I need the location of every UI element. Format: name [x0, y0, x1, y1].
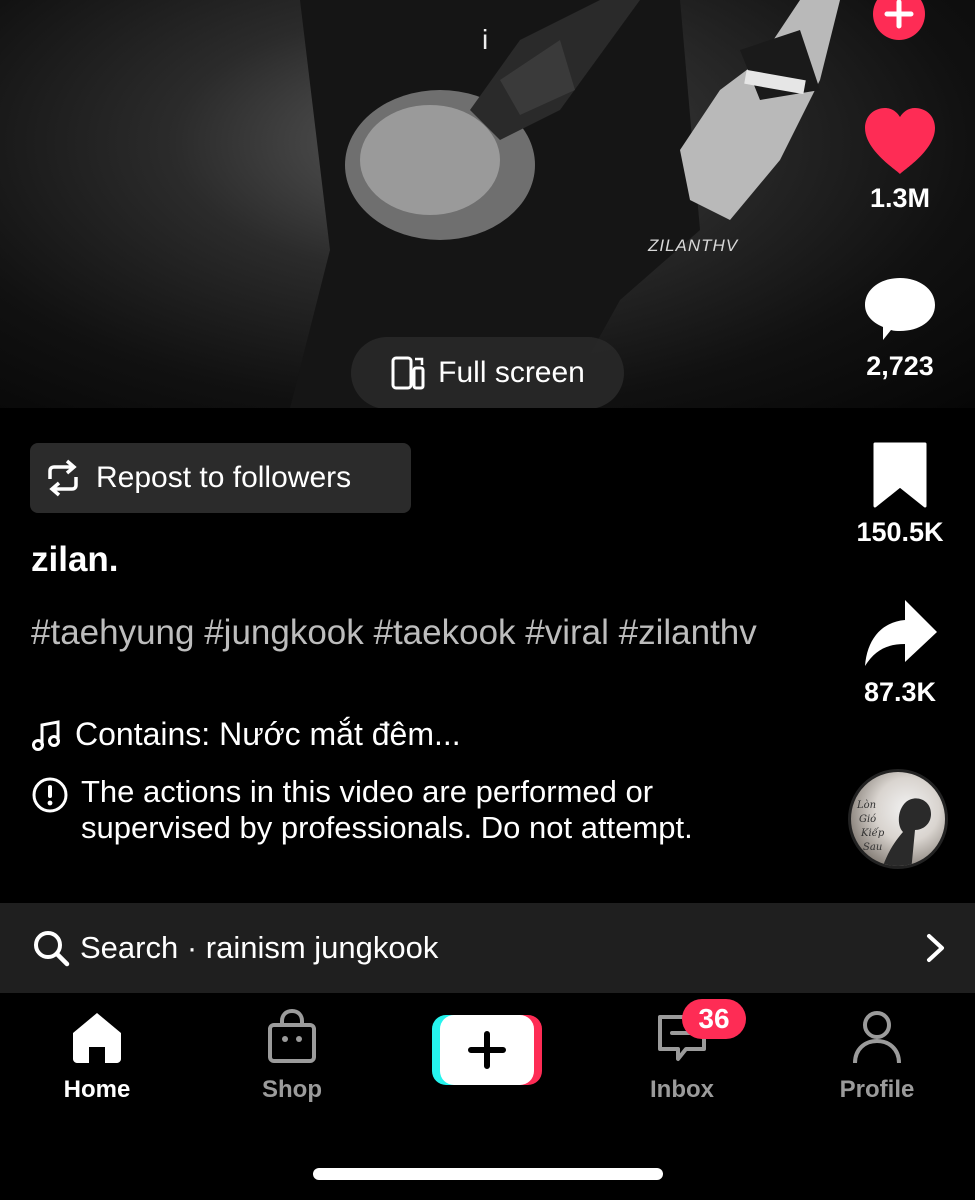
bookmark-button[interactable]: 150.5K [840, 440, 960, 548]
music-disc-avatar-image: Lòn Gió Kiếp Sau [856, 798, 931, 866]
repost-icon [48, 459, 78, 497]
music-info[interactable]: Contains: Nước mắt đêm... [31, 716, 461, 753]
fullscreen-icon [391, 356, 425, 390]
repost-label: Repost to followers [96, 461, 352, 494]
profile-icon [853, 1011, 901, 1064]
post-hashtags[interactable]: #taehyung #jungkook #taekook #viral #zil… [31, 612, 791, 654]
share-icon [865, 600, 937, 666]
fullscreen-button[interactable]: Full screen [351, 337, 624, 408]
nav-inbox-label: Inbox [650, 1076, 714, 1103]
svg-text:Sau: Sau [863, 842, 882, 853]
related-search-bar[interactable]: Search · rainism jungkook [0, 903, 975, 993]
create-plus-icon[interactable] [432, 1015, 542, 1085]
svg-text:Lòn: Lòn [856, 800, 876, 811]
bookmark-count: 150.5K [856, 517, 944, 547]
comment-button[interactable]: 2,723 [840, 274, 960, 382]
warning-text: The actions in this video are performed … [81, 774, 693, 845]
safety-warning: The actions in this video are performed … [31, 774, 761, 846]
fullscreen-label: Full screen [438, 356, 585, 389]
comment-count: 2,723 [866, 351, 934, 381]
home-indicator[interactable] [313, 1168, 663, 1180]
video-watermark: ZILANTHV [648, 236, 739, 255]
like-count: 1.3M [869, 183, 931, 213]
nav-profile[interactable]: Profile [807, 1007, 947, 1104]
video-player[interactable]: i ZILANTHV Full screen [0, 0, 975, 408]
search-icon [34, 931, 70, 967]
music-label: Contains: Nước mắt đêm... [75, 716, 461, 752]
related-search-text: Search · rainism jungkook [80, 930, 439, 965]
like-button[interactable]: 1.3M [840, 106, 960, 214]
share-count: 87.3K [863, 677, 937, 707]
chevron-right-icon [927, 934, 944, 962]
home-icon [73, 1013, 121, 1063]
nav-shop[interactable]: Shop [222, 1007, 362, 1104]
repost-button[interactable]: Repost to followers [30, 443, 411, 513]
follow-plus-icon[interactable] [871, 0, 927, 44]
music-disc-avatar[interactable]: Lòn Gió Kiếp Sau [848, 769, 948, 869]
share-button[interactable]: 87.3K [840, 598, 960, 708]
warning-icon [32, 777, 68, 813]
nav-shop-label: Shop [262, 1076, 322, 1103]
nav-profile-label: Profile [839, 1076, 915, 1103]
shop-bag-icon [268, 1008, 316, 1063]
inbox-unread-badge: 36 [682, 999, 746, 1039]
music-note-icon [32, 719, 60, 751]
comment-icon [865, 278, 935, 340]
video-overlay-glyph: i [482, 24, 489, 55]
svg-text:Kiếp: Kiếp [860, 828, 885, 839]
svg-text:Gió: Gió [859, 814, 876, 825]
heart-icon [865, 108, 935, 174]
nav-home-label: Home [63, 1076, 131, 1103]
bookmark-icon [873, 442, 927, 508]
creator-username[interactable]: zilan. [31, 540, 119, 580]
nav-home[interactable]: Home [27, 1007, 167, 1104]
